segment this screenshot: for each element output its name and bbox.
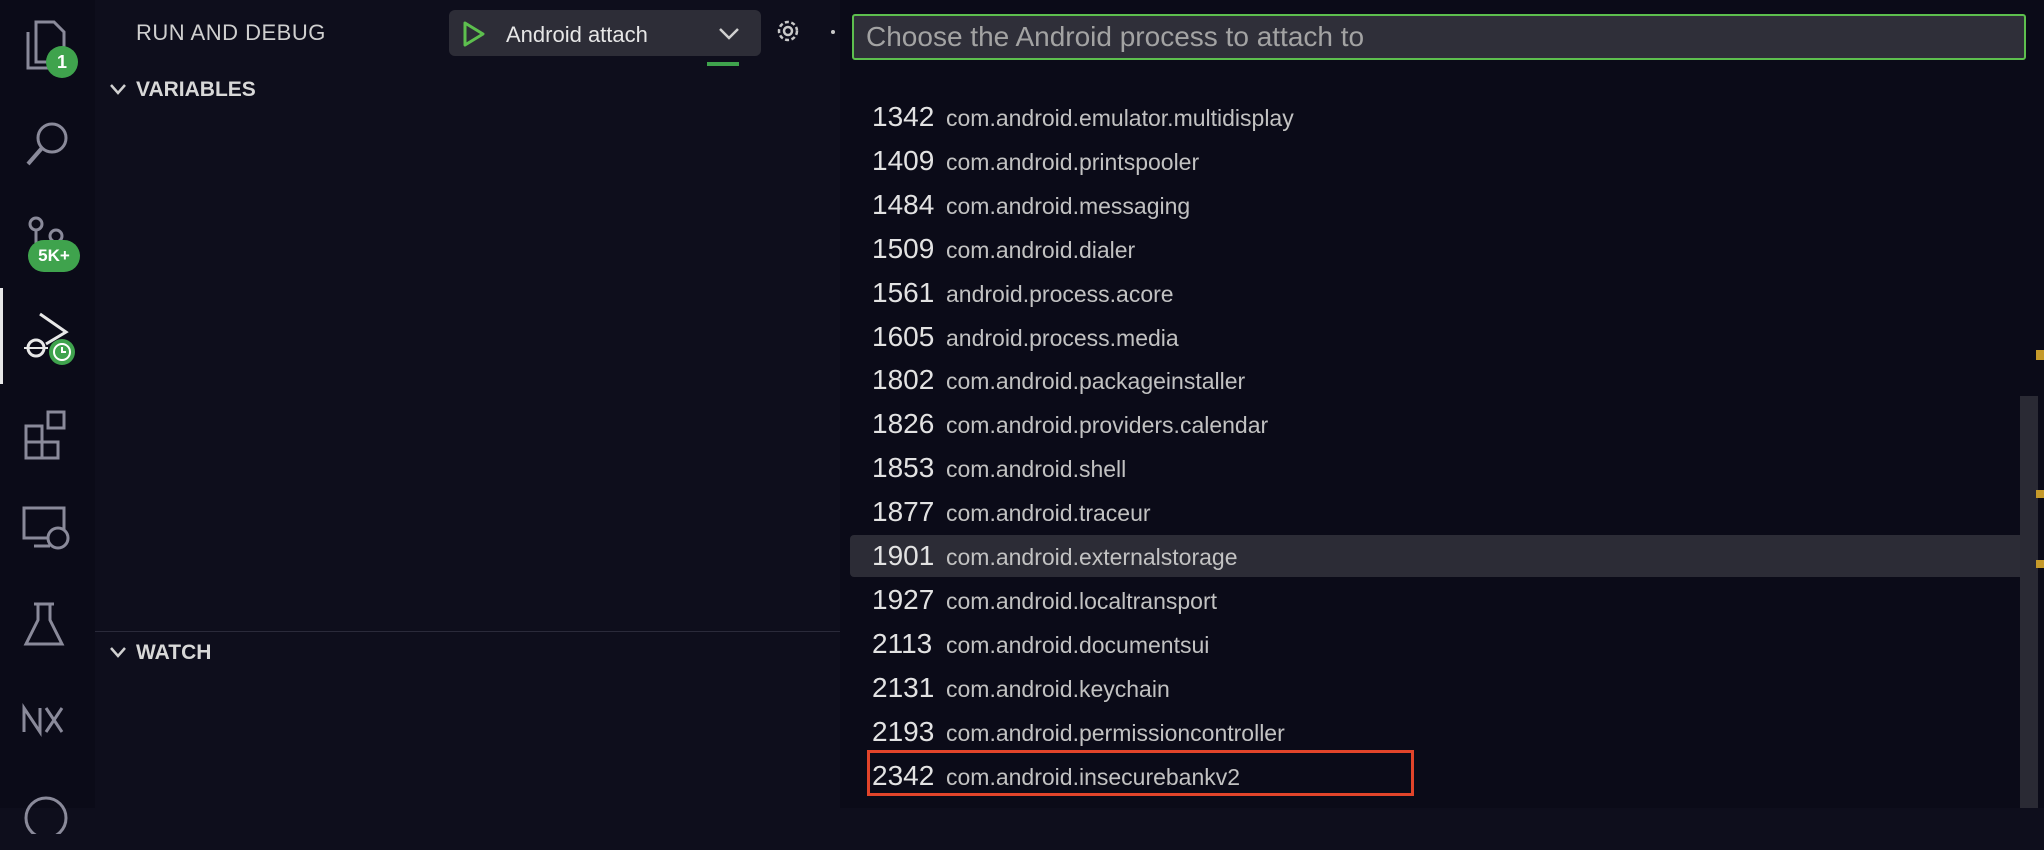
- process-item[interactable]: 1853 com.android.shell: [850, 447, 2028, 489]
- process-item[interactable]: 1605 android.process.media: [850, 316, 2028, 358]
- extensions-button[interactable]: [0, 388, 95, 478]
- chevron-down-icon[interactable]: [717, 26, 741, 42]
- process-id: 1826: [872, 408, 935, 439]
- process-id: 1509: [872, 233, 935, 264]
- source-control-button[interactable]: 5K+: [0, 196, 95, 286]
- process-quick-pick: 1342 com.android.emulator.multidisplay 140…: [840, 0, 2044, 808]
- process-name: com.android.traceur: [946, 500, 1151, 526]
- process-name: com.android.printspooler: [946, 149, 1200, 175]
- process-filter-input[interactable]: [852, 14, 2026, 60]
- process-item[interactable]: 1561 android.process.acore: [850, 272, 2028, 314]
- editor-edge-marker: [2036, 350, 2044, 360]
- process-name: com.android.messaging: [946, 193, 1191, 219]
- config-label: Android attach: [506, 22, 648, 47]
- process-name: com.android.packageinstaller: [946, 368, 1246, 394]
- editor-edge-marker: [2036, 490, 2044, 498]
- process-item[interactable]: 1826 com.android.providers.calendar: [850, 403, 2028, 445]
- explorer-badge: 1: [46, 46, 78, 78]
- process-id: 1342: [872, 101, 935, 132]
- process-item[interactable]: 1484 com.android.messaging: [850, 184, 2028, 226]
- remote-explorer-icon: [22, 506, 70, 550]
- process-id: 1484: [872, 189, 935, 220]
- process-item[interactable]: 2131 com.android.keychain: [850, 667, 2028, 709]
- highlight-annotation: [867, 750, 1414, 796]
- process-id: 1853: [872, 452, 935, 483]
- process-id: 2131: [872, 672, 935, 703]
- process-item[interactable]: 1509 com.android.dialer: [850, 228, 2028, 270]
- remote-explorer-button[interactable]: [0, 484, 95, 574]
- process-item[interactable]: 1877 com.android.traceur: [850, 491, 2028, 533]
- process-id: 1605: [872, 321, 935, 352]
- flask-icon: [23, 602, 65, 646]
- process-name: com.android.shell: [946, 456, 1127, 482]
- process-name: com.android.documentsui: [946, 632, 1210, 658]
- nx-console-button[interactable]: [0, 676, 95, 766]
- process-id: 1802: [872, 364, 935, 395]
- process-id: 1901: [872, 540, 935, 571]
- process-item[interactable]: 1901 com.android.externalstorage: [850, 535, 2028, 577]
- process-id: 1561: [872, 277, 935, 308]
- debug-config-select[interactable]: Android attach: [449, 10, 761, 56]
- process-item[interactable]: 1927 com.android.localtransport: [850, 579, 2028, 621]
- process-id: 2193: [872, 716, 935, 747]
- more-actions-icon[interactable]: [829, 28, 837, 36]
- account-icon: [24, 796, 68, 834]
- process-name: com.android.externalstorage: [946, 544, 1238, 570]
- process-item[interactable]: 2113 com.android.documentsui: [850, 623, 2028, 665]
- scm-badge: 5K+: [28, 240, 80, 272]
- process-item[interactable]: 2193 com.android.permissioncontroller: [850, 711, 2028, 753]
- search-button[interactable]: [0, 100, 95, 190]
- start-debugging-icon[interactable]: [462, 21, 486, 47]
- chevron-down-icon: [110, 647, 126, 658]
- process-name: com.android.providers.calendar: [946, 412, 1269, 438]
- process-name: android.process.acore: [946, 281, 1174, 307]
- scrollbar[interactable]: [2020, 396, 2038, 808]
- watch-label: WATCH: [136, 641, 212, 664]
- process-id: 1877: [872, 496, 935, 527]
- process-item[interactable]: 1342 com.android.emulator.multidisplay: [850, 96, 2028, 138]
- variables-section-header[interactable]: VARIABLES: [95, 70, 840, 110]
- process-id: 1927: [872, 584, 935, 615]
- gear-icon[interactable]: [773, 16, 803, 46]
- section-divider: [95, 631, 840, 632]
- process-item[interactable]: 1409 com.android.printspooler: [850, 140, 2028, 182]
- activity-bar: 1 5K+: [0, 0, 95, 834]
- nx-icon: [22, 703, 64, 737]
- editor-edge-marker: [2036, 560, 2044, 568]
- run-debug-icon: [24, 312, 75, 365]
- watch-section-header[interactable]: WATCH: [95, 633, 840, 673]
- process-name: com.android.permissioncontroller: [946, 720, 1285, 746]
- variables-label: VARIABLES: [136, 78, 256, 101]
- process-name: com.android.keychain: [946, 676, 1170, 702]
- process-id: 2113: [872, 628, 933, 659]
- process-name: android.process.media: [946, 325, 1179, 351]
- process-name: com.android.localtransport: [946, 588, 1218, 614]
- process-item[interactable]: 1802 com.android.packageinstaller: [850, 359, 2028, 401]
- accounts-button[interactable]: [0, 760, 95, 850]
- process-name: com.android.dialer: [946, 237, 1136, 263]
- sidebar-title: RUN AND DEBUG: [136, 20, 326, 45]
- run-debug-sidebar: RUN AND DEBUG Android attach VARIABLES W…: [95, 0, 840, 808]
- explorer-button[interactable]: 1: [0, 0, 95, 90]
- config-indicator: [707, 62, 739, 66]
- run-debug-button[interactable]: [0, 288, 95, 384]
- process-id: 1409: [872, 145, 935, 176]
- chevron-down-icon: [110, 84, 126, 95]
- extensions-icon: [24, 410, 66, 460]
- search-icon: [26, 122, 68, 166]
- testing-button[interactable]: [0, 580, 95, 670]
- process-name: com.android.emulator.multidisplay: [946, 105, 1294, 131]
